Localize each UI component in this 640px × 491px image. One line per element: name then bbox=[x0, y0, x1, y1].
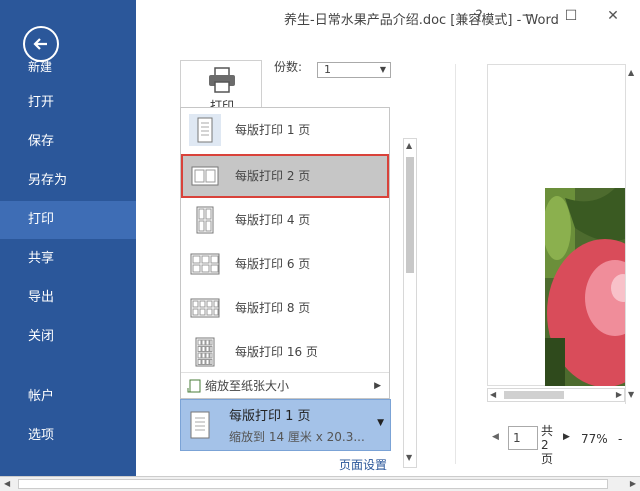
submenu-arrow-icon: ▶ bbox=[374, 381, 381, 391]
sidebar-item-print[interactable]: 打印 bbox=[0, 201, 136, 239]
dropdown-selected-subtitle: 缩放到 14 厘米 x 20.3... bbox=[229, 430, 365, 444]
minimize-button[interactable]: ─ bbox=[512, 4, 542, 28]
scale-to-paper-size-item[interactable]: 缩放至纸张大小 ▶ bbox=[181, 372, 389, 398]
pages-per-sheet-dropdown[interactable]: 每版打印 1 页 缩放到 14 厘米 x 20.3... ▼ bbox=[180, 399, 391, 451]
back-button[interactable] bbox=[23, 26, 59, 62]
two-pages-icon bbox=[191, 166, 219, 186]
menu-item-1-page[interactable]: 每版打印 1 页 bbox=[181, 108, 389, 152]
scroll-up-icon[interactable]: ▲ bbox=[628, 68, 634, 77]
menu-item-8-pages[interactable]: 每版打印 8 页 bbox=[181, 286, 389, 330]
settings-scrollbar[interactable]: ▲ ▼ bbox=[403, 138, 417, 468]
backstage-sidebar: 新建 打开 保存 另存为 打印 共享 导出 关闭 帐户 选项 bbox=[0, 0, 136, 476]
sixteen-pages-icon bbox=[195, 337, 215, 367]
preview-vertical-scrollbar[interactable]: ▲ ▼ bbox=[625, 64, 637, 404]
scroll-thumb[interactable] bbox=[504, 391, 564, 399]
menu-item-6-pages[interactable]: 每版打印 6 页 bbox=[181, 242, 389, 286]
scroll-thumb[interactable] bbox=[18, 479, 608, 489]
scroll-down-icon[interactable]: ▼ bbox=[628, 390, 634, 399]
help-button[interactable]: ? bbox=[464, 4, 494, 28]
sidebar-item-save[interactable]: 保存 bbox=[0, 123, 136, 161]
zoom-level[interactable]: 77% bbox=[581, 432, 608, 446]
sidebar-item-save-as[interactable]: 另存为 bbox=[0, 162, 136, 200]
zoom-out-icon[interactable]: - bbox=[618, 432, 622, 446]
back-arrow-icon bbox=[33, 38, 47, 50]
menu-item-label: 每版打印 4 页 bbox=[235, 213, 311, 227]
menu-item-16-pages[interactable]: 每版打印 16 页 bbox=[181, 330, 389, 374]
preview-horizontal-scrollbar[interactable]: ◀ ▶ bbox=[487, 388, 625, 402]
menu-item-label: 每版打印 2 页 bbox=[235, 169, 311, 183]
six-pages-icon bbox=[190, 253, 220, 275]
sidebar-item-export[interactable]: 导出 bbox=[0, 279, 136, 317]
menu-item-label: 每版打印 8 页 bbox=[235, 301, 311, 315]
pages-per-sheet-menu: 每版打印 1 页 每版打印 2 页 每版打印 4 页 每版打印 6 页 每版打印… bbox=[180, 107, 390, 399]
sidebar-item-open[interactable]: 打开 bbox=[0, 84, 136, 122]
page-total-suffix: 页 bbox=[541, 452, 554, 466]
maximize-button[interactable]: ☐ bbox=[556, 4, 586, 28]
scroll-up-icon[interactable]: ▲ bbox=[406, 141, 412, 150]
menu-item-2-pages[interactable]: 每版打印 2 页 bbox=[181, 154, 389, 198]
scroll-right-icon[interactable]: ▶ bbox=[616, 390, 622, 399]
copies-value: 1 bbox=[324, 63, 331, 76]
scale-to-paper-icon bbox=[187, 379, 201, 393]
printer-icon bbox=[209, 67, 235, 93]
four-pages-icon bbox=[196, 206, 214, 234]
scale-to-paper-label: 缩放至纸张大小 bbox=[205, 379, 290, 393]
page-setup-link[interactable]: 页面设置 bbox=[339, 456, 387, 473]
one-page-icon bbox=[190, 411, 210, 439]
eight-pages-icon bbox=[190, 298, 220, 318]
menu-item-label: 每版打印 1 页 bbox=[235, 123, 311, 137]
dropdown-selected-title: 每版打印 1 页 bbox=[229, 409, 311, 424]
scroll-right-icon[interactable]: ▶ bbox=[630, 479, 636, 488]
close-button[interactable]: ✕ bbox=[598, 4, 628, 28]
page-total: 共 2 页 bbox=[541, 424, 555, 466]
title-bar: 养生-日常水果产品介绍.doc [兼容模式] - Word ? ─ ☐ ✕ bbox=[136, 0, 640, 34]
scroll-thumb[interactable] bbox=[406, 157, 414, 273]
chevron-down-icon: ▼ bbox=[377, 418, 384, 428]
previous-page-icon[interactable]: ◀ bbox=[492, 432, 499, 442]
sidebar-item-options[interactable]: 选项 bbox=[0, 417, 136, 455]
menu-item-4-pages[interactable]: 每版打印 4 页 bbox=[181, 198, 389, 242]
window-horizontal-scrollbar[interactable]: ◀ ▶ bbox=[0, 476, 640, 491]
scroll-left-icon[interactable]: ◀ bbox=[490, 390, 496, 399]
scroll-down-icon[interactable]: ▼ bbox=[406, 453, 412, 462]
apple-photo bbox=[545, 188, 627, 386]
one-page-icon bbox=[189, 114, 221, 146]
next-page-icon[interactable]: ▶ bbox=[563, 432, 570, 442]
sidebar-item-new[interactable]: 新建 bbox=[28, 60, 52, 74]
copies-spinner[interactable]: 1 ▼ bbox=[317, 62, 391, 78]
page-total-prefix: 共 bbox=[541, 424, 554, 438]
scroll-left-icon[interactable]: ◀ bbox=[4, 479, 10, 488]
sidebar-item-account[interactable]: 帐户 bbox=[0, 378, 136, 416]
pane-divider bbox=[455, 64, 456, 464]
page-total-number: 2 bbox=[541, 438, 549, 452]
menu-item-label: 每版打印 16 页 bbox=[235, 345, 318, 359]
spinner-down-icon[interactable]: ▼ bbox=[380, 63, 386, 77]
sidebar-item-share[interactable]: 共享 bbox=[0, 240, 136, 278]
sidebar-item-close[interactable]: 关闭 bbox=[0, 318, 136, 356]
menu-item-label: 每版打印 6 页 bbox=[235, 257, 311, 271]
current-page-input[interactable]: 1 bbox=[508, 426, 538, 450]
copies-label: 份数: bbox=[274, 60, 303, 74]
